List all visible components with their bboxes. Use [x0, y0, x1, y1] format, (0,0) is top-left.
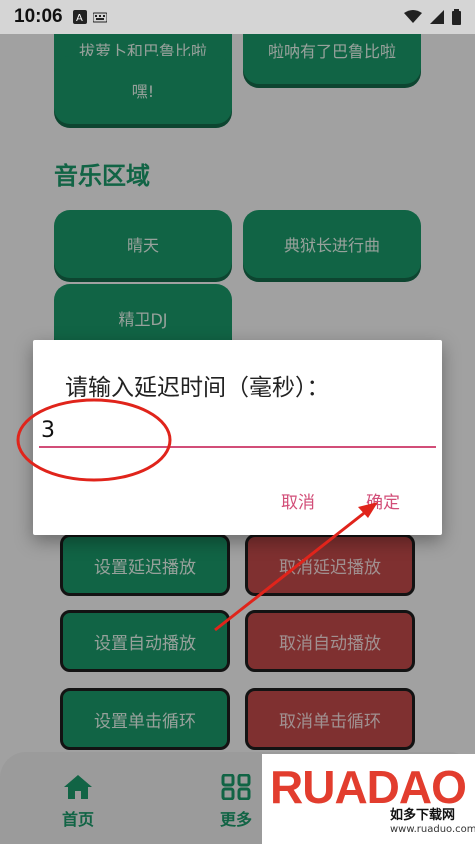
status-right: [404, 9, 461, 25]
status-bar: 10:06 A: [0, 0, 475, 34]
watermark-url: www.ruaduo.com: [390, 824, 475, 835]
wifi-icon: [404, 10, 422, 23]
delay-ms-input[interactable]: [39, 414, 436, 448]
status-notification-icons: A: [72, 10, 107, 24]
battery-icon: [452, 9, 461, 25]
status-time: 10:06: [14, 6, 63, 27]
watermark-cn: 如多下载网: [390, 808, 456, 823]
dialog-title: 请输入延迟时间（毫秒）：: [65, 375, 330, 401]
dialog-confirm-button[interactable]: 确定: [366, 488, 400, 513]
signal-icon: [430, 10, 444, 24]
dialog-input-wrapper: [39, 414, 436, 450]
notification-a-icon: A: [72, 10, 87, 24]
watermark: RUADAO 如多下载网 www.ruaduo.com: [262, 754, 475, 844]
dialog-cancel-button[interactable]: 取消: [281, 488, 315, 513]
keyboard-icon: [92, 12, 107, 23]
svg-text:A: A: [76, 13, 83, 24]
delay-input-dialog: 请输入延迟时间（毫秒）： 取消 确定: [33, 340, 442, 535]
